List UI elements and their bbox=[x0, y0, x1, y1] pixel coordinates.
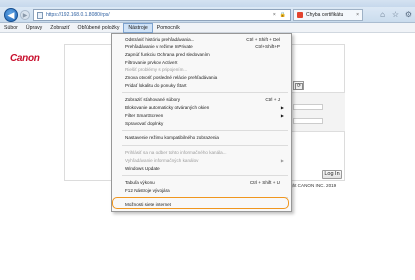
menu-option-add-to-start[interactable]: Pridať lokalitu do ponuky Štart bbox=[112, 82, 291, 89]
menu-separator bbox=[122, 130, 288, 131]
tools-dropdown-menu: Odstrániť históriu prehľadávania... Ctrl … bbox=[111, 33, 292, 212]
tab-close-icon[interactable]: × bbox=[356, 12, 359, 18]
username-field[interactable] bbox=[293, 104, 323, 110]
canon-logo: Canon bbox=[10, 53, 40, 64]
menu-option-developer-tools[interactable]: F12 Nástroje vývojára bbox=[112, 187, 291, 194]
refresh-button[interactable]: ⟳ bbox=[295, 83, 303, 90]
home-icon[interactable]: ⌂ bbox=[378, 10, 387, 19]
browser-tab[interactable]: Chyba certifikátu × bbox=[293, 9, 363, 21]
menu-option-compatibility-view[interactable]: Nastavenie režimu kompatibilného zobraze… bbox=[112, 134, 291, 141]
menu-separator bbox=[122, 92, 288, 93]
favorites-star-icon[interactable]: ☆ bbox=[391, 10, 400, 19]
menu-option-popup-blocker[interactable]: Blokovanie automaticky otváraných okien ▶ bbox=[112, 104, 291, 111]
menu-separator bbox=[122, 175, 288, 176]
back-button[interactable]: ◀ bbox=[4, 8, 18, 22]
copyright-text: ight CANON INC. 2019 bbox=[289, 183, 337, 188]
window-titlebar bbox=[0, 0, 415, 7]
password-field[interactable] bbox=[293, 118, 323, 124]
url-tools: × 🔒 bbox=[273, 10, 286, 20]
submenu-arrow-icon: ▶ bbox=[280, 105, 284, 110]
menu-option-downloads[interactable]: Zobraziť sťahované súbory Ctrl + J bbox=[112, 96, 291, 103]
menu-file[interactable]: Súbor bbox=[0, 23, 22, 33]
stop-icon[interactable]: × bbox=[273, 12, 276, 18]
menu-option-fix-connection: Riešiť problémy s pripojením... bbox=[125, 67, 188, 72]
forward-button[interactable]: ▶ bbox=[20, 10, 30, 20]
menu-option-subscribe-feed: Prihlásiť sa na odber tohto informačného… bbox=[125, 150, 227, 155]
certificate-error-icon bbox=[297, 12, 303, 18]
menu-edit[interactable]: Úpravy bbox=[22, 23, 46, 33]
login-form-area bbox=[286, 92, 345, 132]
menu-option-reopen-session[interactable]: Znova otvoriť posledné relácie prehľadáv… bbox=[112, 74, 291, 81]
menu-option-performance-dashboard[interactable]: Tabuľa výkonu Ctrl + Shift + U bbox=[112, 179, 291, 186]
arrow-left-icon: ◀ bbox=[7, 9, 15, 20]
tab-title: Chyba certifikátu bbox=[306, 12, 344, 18]
menu-option-feed-discovery: Vyhľadávanie informačných kanálov ▶ bbox=[125, 158, 284, 163]
menu-view[interactable]: Zobraziť bbox=[46, 23, 73, 33]
menu-option-smartscreen[interactable]: Filter SmartScreen ▶ bbox=[112, 112, 291, 119]
url-input[interactable]: https://192.168.0.1.8080/rps/ × 🔒 bbox=[33, 9, 291, 21]
menu-bar: Súbor Úpravy Zobraziť Obľúbené položky N… bbox=[0, 22, 415, 33]
menu-favorites[interactable]: Obľúbené položky bbox=[74, 23, 124, 33]
gear-icon[interactable]: ⚙ bbox=[404, 10, 413, 19]
url-text: https://192.168.0.1.8080/rps/ bbox=[46, 12, 110, 18]
highlight-outline bbox=[112, 197, 289, 209]
menu-help[interactable]: Pomocník bbox=[153, 23, 184, 33]
login-button[interactable]: Log In bbox=[322, 170, 342, 179]
menu-separator bbox=[122, 145, 288, 146]
arrow-right-icon: ▶ bbox=[22, 12, 28, 19]
submenu-arrow-icon: ▶ bbox=[280, 113, 284, 118]
menu-option-delete-history[interactable]: Odstrániť históriu prehľadávania... Ctrl … bbox=[112, 36, 291, 43]
menu-option-inprivate[interactable]: Prehľadávanie v režime InPrivate Ctrl+Shi… bbox=[112, 43, 291, 50]
menu-tools[interactable]: Nástroje bbox=[123, 22, 153, 33]
menu-option-activex-filtering[interactable]: Filtrovanie prvkov ActiveX bbox=[112, 59, 291, 66]
menu-option-windows-update[interactable]: Windows Update bbox=[112, 165, 291, 172]
submenu-arrow-icon: ▶ bbox=[280, 158, 284, 163]
lock-icon[interactable]: 🔒 bbox=[280, 12, 286, 18]
menu-option-tracking-protection[interactable]: Zapnúť funkciu Ochrana pred sledovaním bbox=[112, 51, 291, 58]
page-icon bbox=[37, 11, 43, 19]
menu-option-manage-addons[interactable]: Spravovať doplnky bbox=[112, 120, 291, 127]
